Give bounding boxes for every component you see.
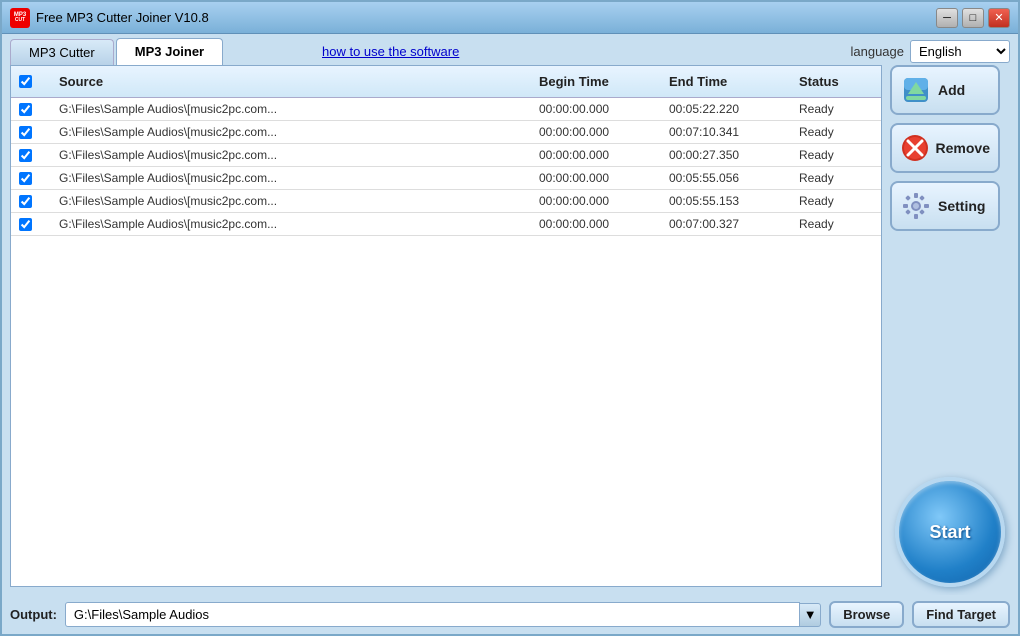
remove-button-label: Remove — [936, 140, 990, 156]
output-dropdown-arrow[interactable]: ▼ — [799, 603, 821, 627]
row-checkbox-3[interactable] — [19, 172, 32, 185]
app-title: Free MP3 Cutter Joiner V10.8 — [36, 10, 209, 25]
table-body: G:\Files\Sample Audios\[music2pc.com... … — [11, 98, 881, 586]
table-row[interactable]: G:\Files\Sample Audios\[music2pc.com... … — [11, 190, 881, 213]
add-icon — [900, 74, 932, 106]
source-column-header: Source — [51, 70, 531, 93]
row-source-1: G:\Files\Sample Audios\[music2pc.com... — [51, 121, 531, 143]
setting-button[interactable]: Setting — [890, 181, 1000, 231]
row-end-5: 00:07:00.327 — [661, 213, 791, 235]
row-checkbox-5[interactable] — [19, 218, 32, 231]
row-source-5: G:\Files\Sample Audios\[music2pc.com... — [51, 213, 531, 235]
row-checkbox-cell — [11, 122, 51, 143]
row-source-2: G:\Files\Sample Audios\[music2pc.com... — [51, 144, 531, 166]
row-checkbox-cell — [11, 168, 51, 189]
row-checkbox-0[interactable] — [19, 103, 32, 116]
app-window: MP3 CUT Free MP3 Cutter Joiner V10.8 ─ □… — [0, 0, 1020, 636]
table-header: Source Begin Time End Time Status — [11, 66, 881, 98]
row-begin-5: 00:00:00.000 — [531, 213, 661, 235]
row-end-4: 00:05:55.153 — [661, 190, 791, 212]
status-column-header: Status — [791, 70, 881, 93]
row-checkbox-cell — [11, 145, 51, 166]
table-row[interactable]: G:\Files\Sample Audios\[music2pc.com... … — [11, 98, 881, 121]
row-begin-3: 00:00:00.000 — [531, 167, 661, 189]
browse-button[interactable]: Browse — [829, 601, 904, 628]
right-panel: Add Remove — [890, 65, 1010, 587]
language-select[interactable]: English Chinese Spanish French German — [910, 40, 1010, 63]
help-link[interactable]: how to use the software — [322, 44, 459, 59]
language-area: language English Chinese Spanish French … — [851, 40, 1011, 63]
row-status-5: Ready — [791, 213, 881, 235]
row-status-3: Ready — [791, 167, 881, 189]
setting-icon — [900, 190, 932, 222]
table-row[interactable]: G:\Files\Sample Audios\[music2pc.com... … — [11, 121, 881, 144]
content-panel: Source Begin Time End Time Status G:\Fil… — [10, 65, 882, 587]
output-label: Output: — [10, 607, 57, 622]
start-button[interactable]: Start — [895, 477, 1005, 587]
row-end-0: 00:05:22.220 — [661, 98, 791, 120]
tab-mp3-joiner[interactable]: MP3 Joiner — [116, 38, 223, 65]
header-checkbox-cell — [11, 70, 51, 93]
row-status-0: Ready — [791, 98, 881, 120]
end-time-column-header: End Time — [661, 70, 791, 93]
row-status-1: Ready — [791, 121, 881, 143]
row-begin-0: 00:00:00.000 — [531, 98, 661, 120]
row-status-2: Ready — [791, 144, 881, 166]
main-area: Source Begin Time End Time Status G:\Fil… — [2, 65, 1018, 595]
row-end-2: 00:00:27.350 — [661, 144, 791, 166]
remove-icon — [900, 132, 930, 164]
select-all-checkbox[interactable] — [19, 75, 32, 88]
table-row[interactable]: G:\Files\Sample Audios\[music2pc.com... … — [11, 213, 881, 236]
find-target-button[interactable]: Find Target — [912, 601, 1010, 628]
output-wrapper: ▼ — [65, 602, 821, 627]
start-button-label: Start — [929, 522, 970, 543]
begin-time-column-header: Begin Time — [531, 70, 661, 93]
window-controls: ─ □ ✕ — [936, 8, 1010, 28]
add-button[interactable]: Add — [890, 65, 1000, 115]
row-source-4: G:\Files\Sample Audios\[music2pc.com... — [51, 190, 531, 212]
row-end-1: 00:07:10.341 — [661, 121, 791, 143]
row-checkbox-cell — [11, 214, 51, 235]
title-bar-left: MP3 CUT Free MP3 Cutter Joiner V10.8 — [10, 8, 209, 28]
language-label: language — [851, 44, 905, 59]
row-begin-4: 00:00:00.000 — [531, 190, 661, 212]
maximize-button[interactable]: □ — [962, 8, 984, 28]
row-begin-1: 00:00:00.000 — [531, 121, 661, 143]
row-end-3: 00:05:55.056 — [661, 167, 791, 189]
row-checkbox-1[interactable] — [19, 126, 32, 139]
bottom-bar: Output: ▼ Browse Find Target — [2, 595, 1018, 634]
row-checkbox-cell — [11, 191, 51, 212]
table-row[interactable]: G:\Files\Sample Audios\[music2pc.com... … — [11, 144, 881, 167]
row-begin-2: 00:00:00.000 — [531, 144, 661, 166]
row-checkbox-4[interactable] — [19, 195, 32, 208]
add-button-label: Add — [938, 82, 965, 98]
minimize-button[interactable]: ─ — [936, 8, 958, 28]
setting-button-label: Setting — [938, 198, 985, 214]
row-checkbox-2[interactable] — [19, 149, 32, 162]
tab-mp3-cutter[interactable]: MP3 Cutter — [10, 39, 114, 65]
app-logo: MP3 CUT — [10, 8, 30, 28]
row-source-0: G:\Files\Sample Audios\[music2pc.com... — [51, 98, 531, 120]
output-path-input[interactable] — [65, 602, 800, 627]
tab-bar: MP3 Cutter MP3 Joiner how to use the sof… — [2, 34, 1018, 65]
remove-button[interactable]: Remove — [890, 123, 1000, 173]
title-bar: MP3 CUT Free MP3 Cutter Joiner V10.8 ─ □… — [2, 2, 1018, 34]
row-checkbox-cell — [11, 99, 51, 120]
row-source-3: G:\Files\Sample Audios\[music2pc.com... — [51, 167, 531, 189]
close-button[interactable]: ✕ — [988, 8, 1010, 28]
row-status-4: Ready — [791, 190, 881, 212]
table-row[interactable]: G:\Files\Sample Audios\[music2pc.com... … — [11, 167, 881, 190]
